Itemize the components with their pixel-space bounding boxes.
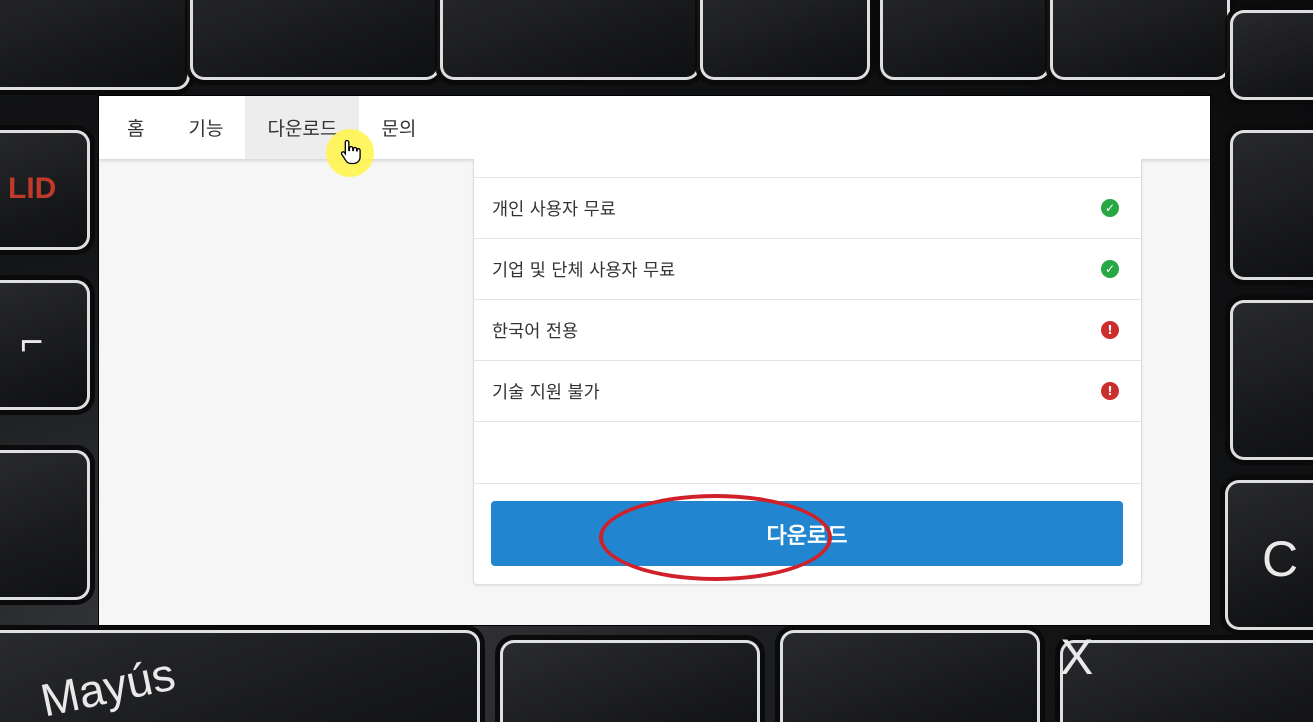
keyboard-key [190,0,440,80]
keyboard-key [1050,0,1230,80]
hand-cursor-icon [340,139,361,165]
browser-window: 홈 기능 다운로드 문의 개인 사용자 무료 ✓ 기업 및 단체 사용자 무료 … [98,95,1211,626]
feature-label: 한국어 전용 [492,321,579,342]
feature-row: 기술 지원 불가 ! [474,360,1141,421]
feature-row: 개인 사용자 무료 ✓ [474,177,1141,238]
key-label-x: X [1060,629,1094,685]
cursor-highlight [326,129,374,177]
nav-home[interactable]: 홈 [105,96,166,159]
keyboard-key [1230,130,1313,280]
key-label-arrow: ⌐ [20,320,44,364]
top-nav: 홈 기능 다운로드 문의 [99,96,1210,160]
keyboard-key [880,0,1050,80]
feature-label: 개인 사용자 무료 [492,199,616,220]
keyboard-key [500,640,760,722]
keyboard-key [1230,300,1313,460]
keyboard-key [440,0,700,80]
keyboard-key [1060,640,1313,722]
keyboard-key [0,280,90,410]
keyboard-key [780,630,1040,722]
empty-row [474,421,1141,484]
nav-features[interactable]: 기능 [166,96,245,159]
feature-row: 기업 및 단체 사용자 무료 ✓ [474,238,1141,299]
keyboard-key [1230,10,1313,100]
keyboard-key [700,0,870,80]
key-label-c: C [1262,531,1299,587]
keyboard-key [0,0,190,90]
check-circle-icon: ✓ [1101,199,1119,217]
feature-row: 한국어 전용 ! [474,299,1141,360]
exclamation-circle-icon: ! [1101,321,1119,339]
download-button[interactable]: 다운로드 [491,501,1123,566]
feature-label: 기업 및 단체 사용자 무료 [492,260,676,281]
download-card: 개인 사용자 무료 ✓ 기업 및 단체 사용자 무료 ✓ 한국어 전용 ! 기술… [473,159,1142,585]
key-label-red: LID [8,172,57,205]
check-circle-icon: ✓ [1101,260,1119,278]
exclamation-circle-icon: ! [1101,382,1119,400]
keyboard-key [0,450,90,600]
feature-label: 기술 지원 불가 [492,382,600,403]
